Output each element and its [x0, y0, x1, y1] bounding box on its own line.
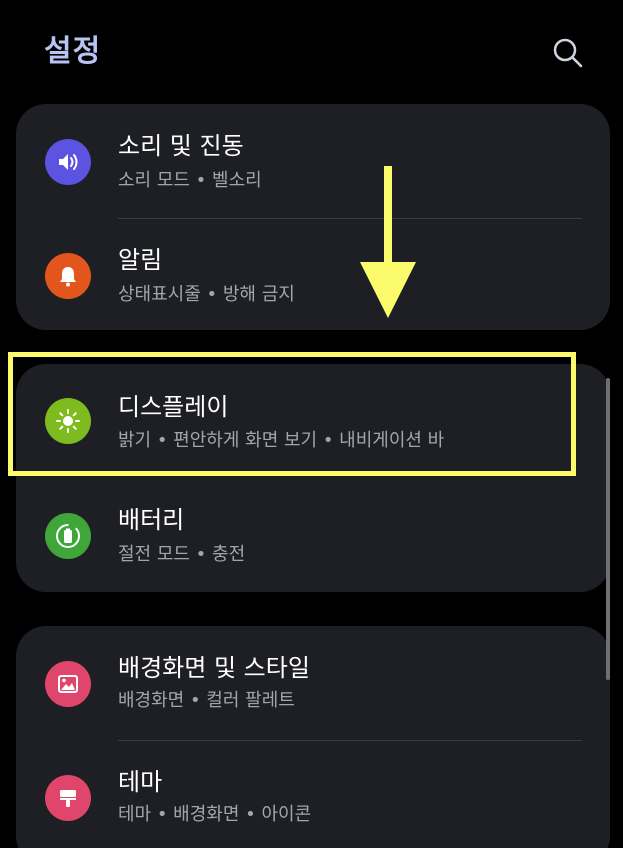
- settings-item-sound-vibration[interactable]: 소리 및 진동 소리 모드 • 벨소리: [16, 104, 610, 218]
- settings-item-theme[interactable]: 테마 테마 • 배경화면 • 아이콘: [16, 740, 610, 848]
- arrow-down-annotation: [360, 166, 416, 318]
- item-title: 배터리: [118, 506, 185, 534]
- paintbrush-icon: [45, 775, 91, 821]
- item-subtitle: 상태표시줄 • 방해 금지: [118, 284, 295, 305]
- page-title: 설정: [44, 34, 102, 69]
- battery-icon: [45, 513, 91, 559]
- scrollbar[interactable]: [606, 378, 610, 680]
- settings-item-notifications[interactable]: 알림 상태표시줄 • 방해 금지: [16, 218, 610, 330]
- bell-icon: [45, 253, 91, 299]
- item-title: 알림: [118, 246, 163, 274]
- settings-item-wallpaper-style[interactable]: 배경화면 및 스타일 배경화면 • 컬러 팔레트: [16, 626, 610, 740]
- settings-group-sound-notifications: 소리 및 진동 소리 모드 • 벨소리 알림 상태표시줄 • 방해 금지: [16, 104, 610, 330]
- settings-screen: 설정 소리 및 진동 소리 모드 • 벨소리 알림 상태표시줄 • 방해 금지 …: [0, 0, 623, 848]
- settings-group-wallpaper-theme: 배경화면 및 스타일 배경화면 • 컬러 팔레트 테마 테마 • 배경화면 • …: [16, 626, 610, 848]
- item-subtitle: 배경화면 • 컬러 팔레트: [118, 690, 295, 711]
- search-button[interactable]: [548, 34, 588, 74]
- item-subtitle: 소리 모드 • 벨소리: [118, 170, 262, 191]
- item-subtitle: 테마 • 배경화면 • 아이콘: [118, 804, 312, 825]
- item-title: 소리 및 진동: [118, 132, 244, 160]
- item-subtitle: 절전 모드 • 충전: [118, 544, 246, 565]
- search-icon: [553, 38, 583, 68]
- item-title: 테마: [118, 768, 163, 796]
- settings-item-battery[interactable]: 배터리 절전 모드 • 충전: [16, 478, 610, 592]
- highlight-box: [8, 352, 576, 476]
- item-title: 배경화면 및 스타일: [118, 654, 310, 682]
- speaker-icon: [45, 139, 91, 185]
- wallpaper-icon: [45, 661, 91, 707]
